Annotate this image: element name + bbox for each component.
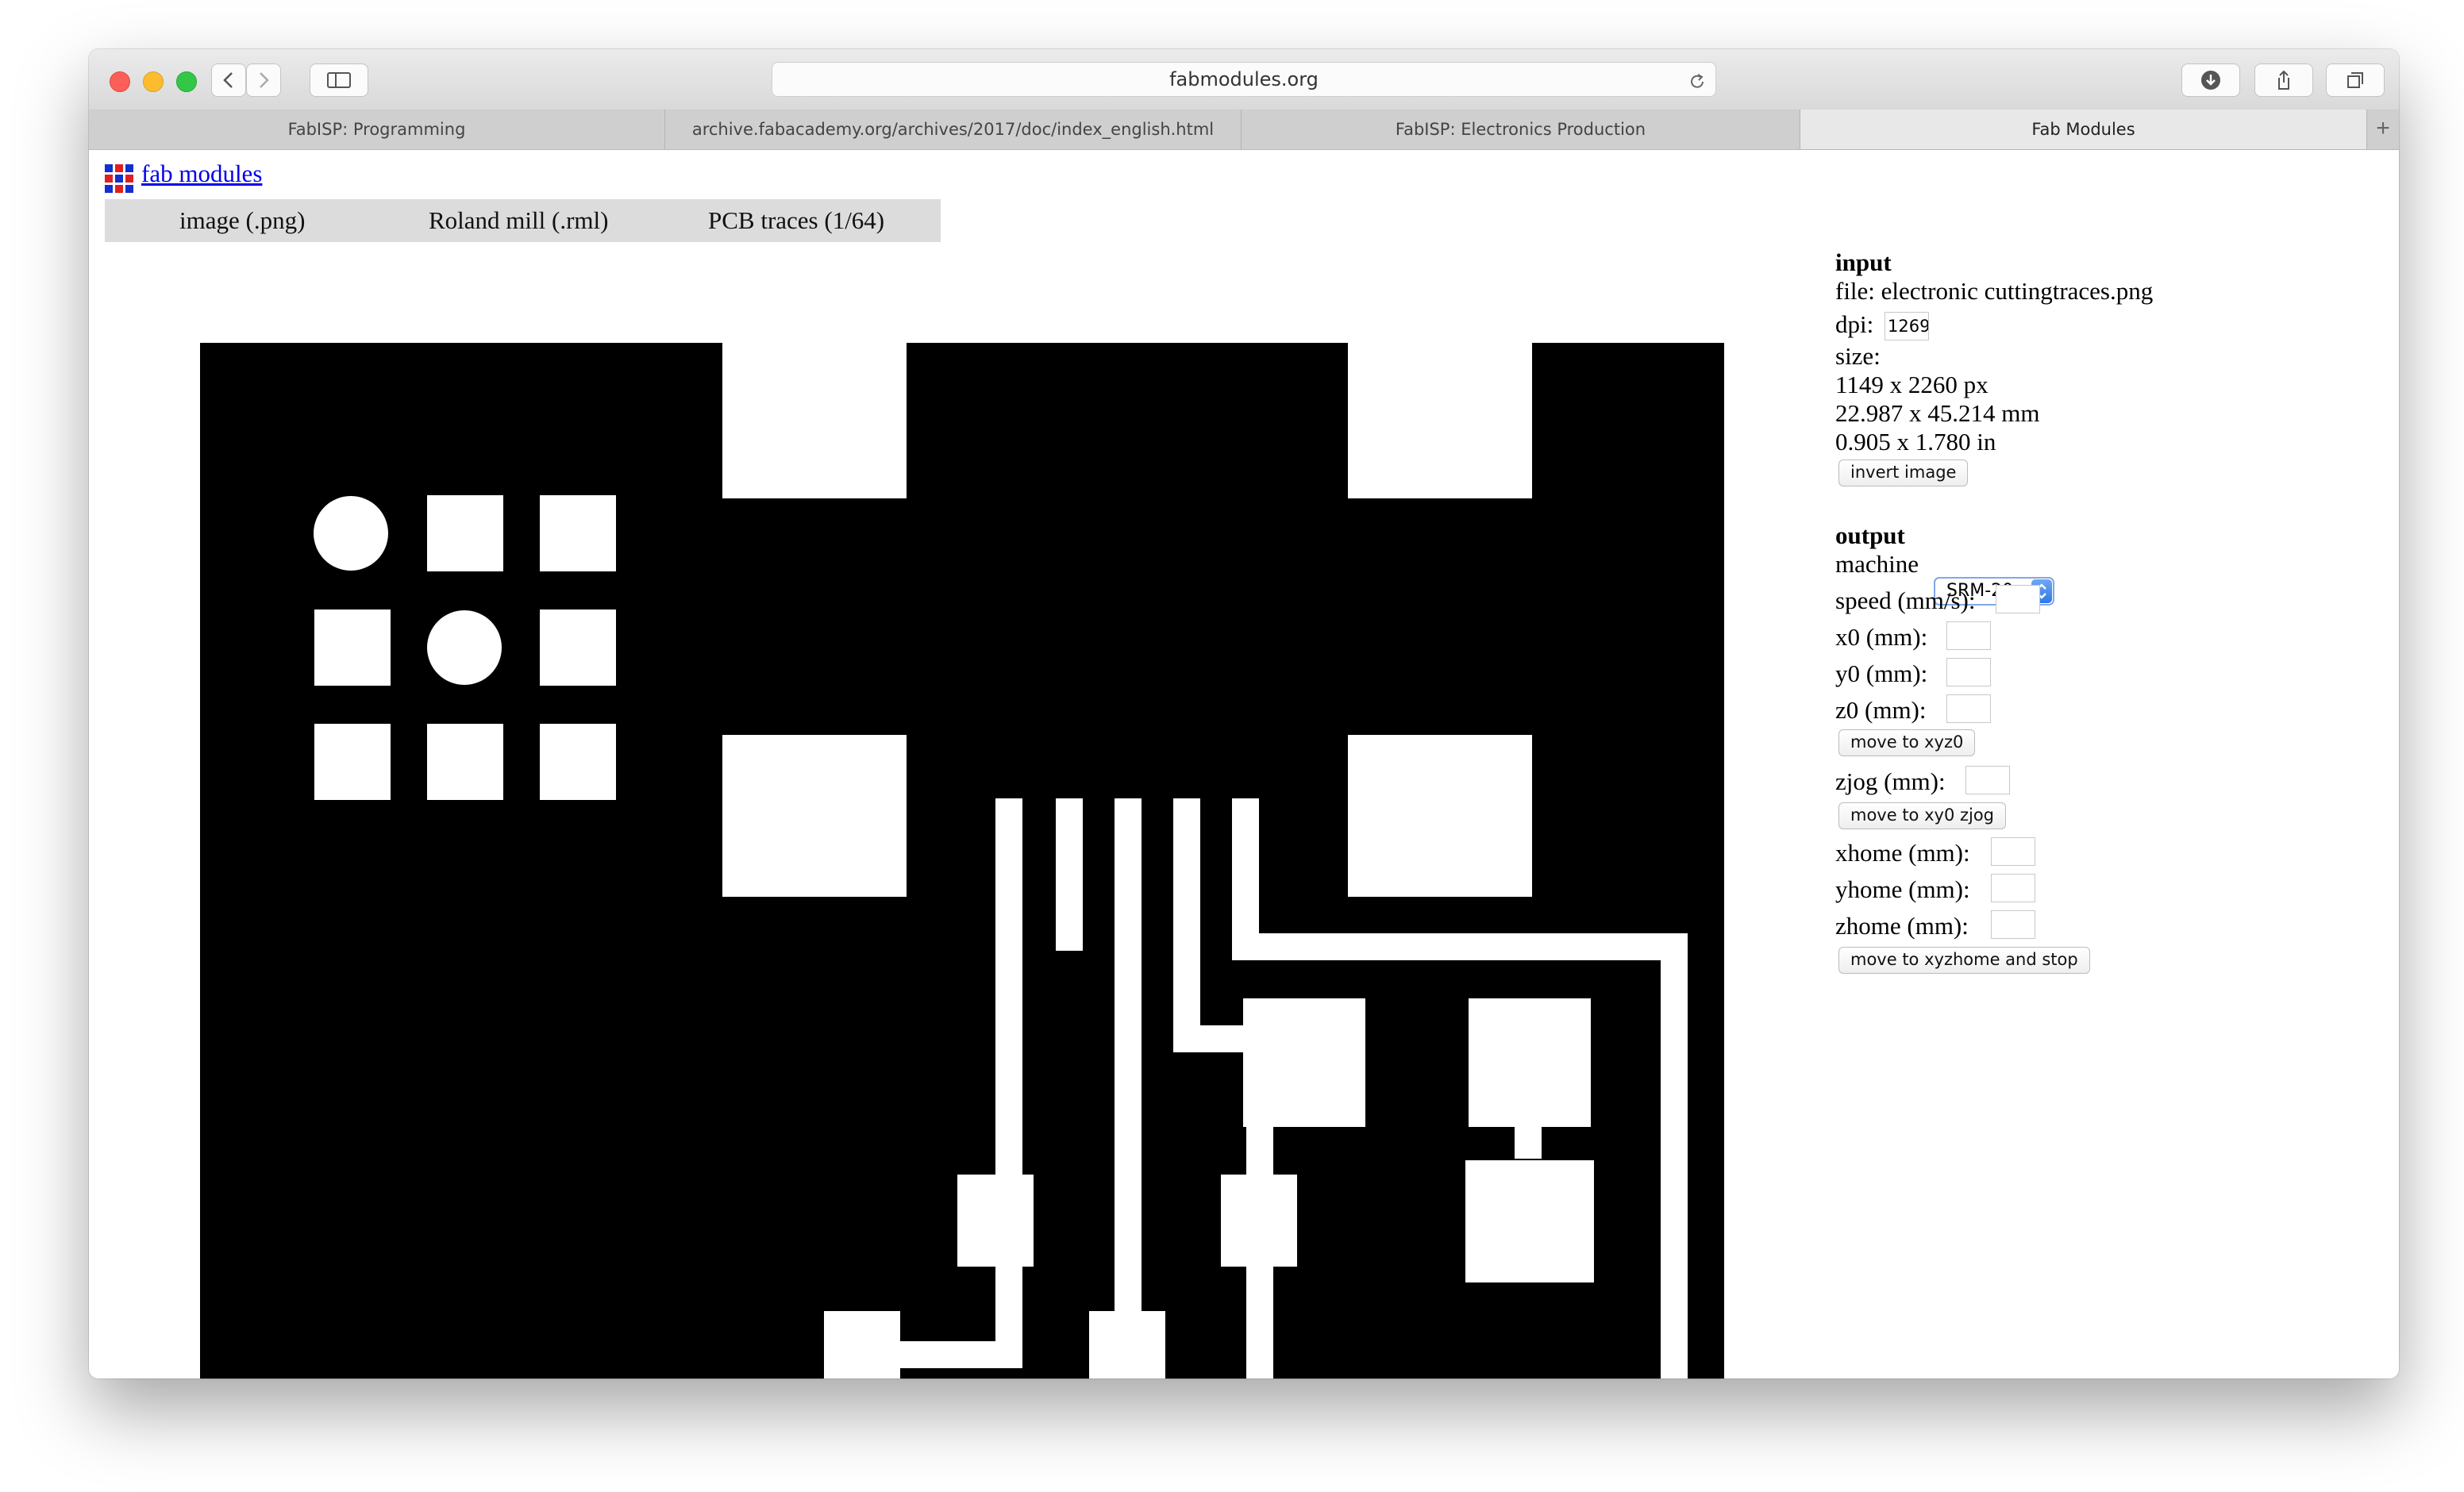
module-nav-bar: image (.png) Roland mill (.rml) PCB trac… xyxy=(105,199,941,242)
xhome-label: xhome (mm): xyxy=(1835,839,1970,867)
move-to-xy0-zjog-button[interactable]: move to xy0 zjog xyxy=(1838,802,2007,829)
downloads-button[interactable] xyxy=(2181,63,2240,97)
zjog-label: zjog (mm): xyxy=(1835,767,1946,795)
yhome-input[interactable] xyxy=(1991,874,2035,902)
browser-window: fabmodules.org FabISP: Programming archi… xyxy=(89,49,2399,1379)
show-tabs-button[interactable] xyxy=(2326,63,2385,97)
zhome-label: zhome (mm): xyxy=(1835,912,1969,940)
sidebar-icon xyxy=(327,72,351,88)
speed-input[interactable] xyxy=(1996,585,2040,613)
tab-fabacademy-archive[interactable]: archive.fabacademy.org/archives/2017/doc… xyxy=(665,110,1242,149)
yhome-label: yhome (mm): xyxy=(1835,875,1970,903)
sidebar-button[interactable] xyxy=(310,63,368,97)
tab-bar: FabISP: Programming archive.fabacademy.o… xyxy=(89,110,2399,150)
forward-icon xyxy=(260,72,269,88)
share-icon xyxy=(2278,70,2289,90)
output-heading: output xyxy=(1835,521,1905,549)
nav-roland-mill[interactable]: Roland mill (.rml) xyxy=(429,199,608,242)
share-button[interactable] xyxy=(2254,63,2313,97)
address-text: fabmodules.org xyxy=(1169,68,1319,90)
tabs-icon xyxy=(2347,72,2363,88)
tab-fabisp-electronics[interactable]: FabISP: Electronics Production xyxy=(1242,110,1800,149)
zjog-input[interactable] xyxy=(1965,766,2010,794)
close-window-button[interactable] xyxy=(110,71,130,92)
size-label: size: xyxy=(1835,342,1881,370)
back-icon xyxy=(223,72,233,88)
size-px: 1149 x 2260 px xyxy=(1835,371,1989,398)
input-heading: input xyxy=(1835,248,1892,276)
dpi-input[interactable]: 1269 xyxy=(1885,312,1929,340)
forward-button[interactable] xyxy=(246,63,281,97)
reload-icon[interactable] xyxy=(1687,69,1707,102)
zhome-input[interactable] xyxy=(1991,910,2035,939)
tab-fabisp-programming[interactable]: FabISP: Programming xyxy=(89,110,665,149)
dpi-label: dpi: xyxy=(1835,310,1874,338)
speed-label: speed (mm/s): xyxy=(1835,586,1976,614)
browser-toolbar: fabmodules.org xyxy=(89,49,2399,110)
xhome-input[interactable] xyxy=(1991,837,2035,866)
nav-image-png[interactable]: image (.png) xyxy=(179,199,305,242)
fab-logo-icon xyxy=(105,164,133,197)
move-to-xyz0-button[interactable]: move to xyz0 xyxy=(1838,729,1976,756)
y0-input[interactable] xyxy=(1946,658,1991,686)
fab-modules-link[interactable]: fab modules xyxy=(141,160,262,188)
minimize-window-button[interactable] xyxy=(143,71,164,92)
invert-image-button[interactable]: invert image xyxy=(1838,460,1969,486)
zoom-window-button[interactable] xyxy=(176,71,197,92)
address-bar[interactable]: fabmodules.org xyxy=(772,62,1716,97)
size-in: 0.905 x 1.780 in xyxy=(1835,428,1996,456)
tab-fab-modules[interactable]: Fab Modules xyxy=(1800,110,2367,149)
nav-pcb-traces[interactable]: PCB traces (1/64) xyxy=(708,199,884,242)
back-button[interactable] xyxy=(211,63,246,97)
move-to-xyzhome-button[interactable]: move to xyzhome and stop xyxy=(1838,947,2090,974)
x0-input[interactable] xyxy=(1946,621,1991,650)
input-file: file: electronic cuttingtraces.png xyxy=(1835,277,2154,305)
z0-label: z0 (mm): xyxy=(1835,696,1927,724)
x0-label: x0 (mm): xyxy=(1835,623,1928,651)
size-mm: 22.987 x 45.214 mm xyxy=(1835,399,2040,427)
z0-input[interactable] xyxy=(1946,694,1991,723)
pcb-trace-image xyxy=(200,343,1724,1379)
download-icon xyxy=(2201,71,2220,90)
y0-label: y0 (mm): xyxy=(1835,659,1928,687)
new-tab-button[interactable]: + xyxy=(2367,110,2399,149)
machine-label: machine xyxy=(1835,550,1919,578)
page-content: fab modules image (.png) Roland mill (.r… xyxy=(89,150,2399,1379)
